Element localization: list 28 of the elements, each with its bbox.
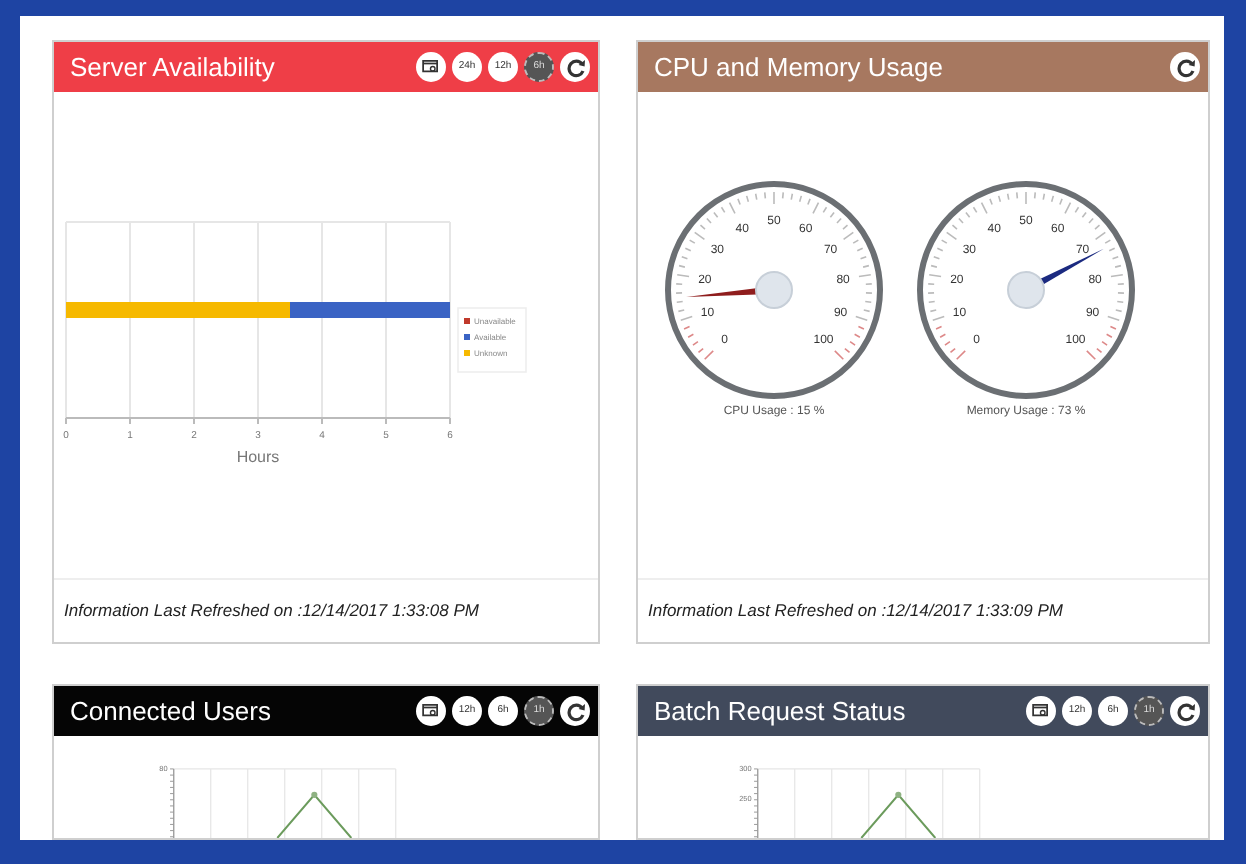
line-series xyxy=(860,791,937,838)
refresh-button[interactable] xyxy=(560,52,590,82)
refresh-icon xyxy=(1175,57,1195,77)
line-series xyxy=(276,791,353,838)
refresh-button[interactable] xyxy=(1170,696,1200,726)
last-refreshed-text: Information Last Refreshed on :12/14/2017 1:33:08 PM xyxy=(64,598,479,624)
panel-title: Batch Request Status xyxy=(654,693,906,730)
legend-background xyxy=(457,307,527,373)
y-axis xyxy=(753,768,759,838)
last-refreshed-text: Information Last Refreshed on :12/14/2017 1:33:09 PM xyxy=(648,598,1063,624)
gauge-hub xyxy=(755,271,793,309)
window-search-icon xyxy=(422,704,440,718)
refresh-button[interactable] xyxy=(1170,52,1200,82)
panel-title: CPU and Memory Usage xyxy=(654,49,943,86)
refresh-icon xyxy=(1175,701,1195,721)
refresh-icon xyxy=(565,701,585,721)
view-button[interactable] xyxy=(1026,696,1056,726)
refresh-button[interactable] xyxy=(560,696,590,726)
view-button[interactable] xyxy=(416,52,446,82)
panel-title: Connected Users xyxy=(70,693,271,730)
view-button[interactable] xyxy=(416,696,446,726)
x-axis-title: Hours xyxy=(236,448,280,466)
y-axis xyxy=(169,768,175,838)
window-search-icon xyxy=(422,60,440,74)
window-search-icon xyxy=(1032,704,1050,718)
refresh-icon xyxy=(565,57,585,77)
panel-title: Server Availability xyxy=(70,49,275,86)
gauge-hub xyxy=(1007,271,1045,309)
